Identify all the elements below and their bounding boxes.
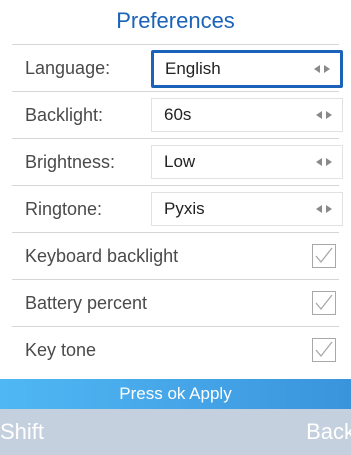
left-right-arrows-icon	[316, 158, 332, 166]
setting-row-backlight[interactable]: Backlight: 60s	[12, 92, 343, 139]
toggle-row-key-tone[interactable]: Key tone	[12, 327, 339, 374]
checkmark-icon	[315, 341, 333, 358]
left-right-arrows-icon	[314, 65, 330, 73]
backlight-label: Backlight:	[25, 104, 104, 125]
toggle-row-battery-percent[interactable]: Battery percent	[12, 280, 339, 327]
keyboard-backlight-label: Keyboard backlight	[25, 245, 179, 266]
apply-hint-text: Press ok Apply	[119, 384, 232, 403]
brightness-value: Low	[164, 152, 196, 171]
language-value: English	[165, 59, 221, 78]
ringtone-value: Pyxis	[164, 199, 205, 218]
back-softkey[interactable]: Back	[306, 409, 351, 455]
page-title: Preferences	[116, 8, 235, 33]
brightness-select[interactable]: Low	[151, 145, 343, 179]
battery-percent-checkbox[interactable]	[312, 291, 336, 315]
toggle-row-keyboard-backlight[interactable]: Keyboard backlight	[12, 233, 339, 280]
brightness-label: Brightness:	[25, 151, 116, 172]
setting-row-brightness[interactable]: Brightness: Low	[12, 139, 343, 186]
key-tone-checkbox[interactable]	[312, 338, 336, 362]
setting-row-language[interactable]: Language: English	[12, 45, 343, 92]
setting-row-ringtone[interactable]: Ringtone: Pyxis	[12, 186, 343, 233]
keyboard-backlight-checkbox[interactable]	[312, 244, 336, 268]
backlight-select[interactable]: 60s	[151, 98, 343, 132]
apply-hint-bar: Press ok Apply	[0, 379, 351, 409]
left-right-arrows-icon	[316, 111, 332, 119]
language-select[interactable]: English	[151, 50, 343, 88]
checkmark-icon	[315, 294, 333, 311]
ringtone-select[interactable]: Pyxis	[151, 192, 343, 226]
ringtone-label: Ringtone:	[25, 198, 103, 219]
language-label: Language:	[25, 57, 111, 78]
backlight-value: 60s	[164, 105, 192, 124]
shift-softkey[interactable]: Shift	[0, 409, 44, 455]
key-tone-label: Key tone	[25, 339, 97, 360]
battery-percent-label: Battery percent	[25, 292, 148, 313]
softkey-bar: Shift Back	[0, 409, 351, 455]
checkmark-icon	[315, 247, 333, 264]
left-right-arrows-icon	[316, 205, 332, 213]
